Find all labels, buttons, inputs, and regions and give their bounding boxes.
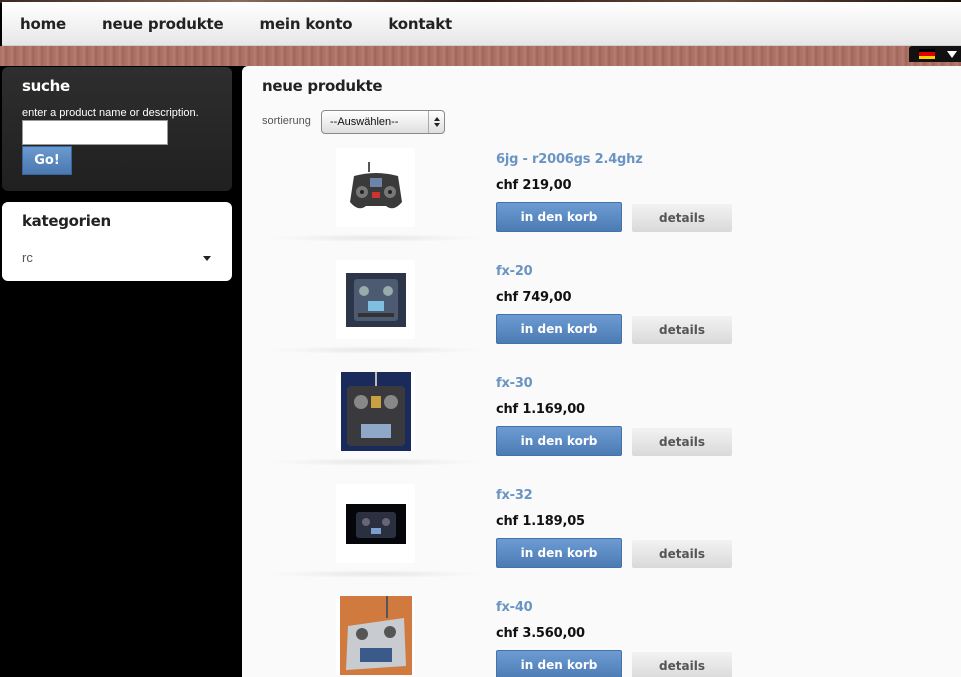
sort-select[interactable]: --Auswählen-- [321, 110, 445, 134]
rc-transmitter-icon [349, 161, 402, 208]
add-to-cart-button[interactable]: in den korb [496, 650, 622, 677]
details-button[interactable]: details [632, 540, 732, 568]
sort-label: sortierung [262, 115, 311, 127]
product-image[interactable] [336, 484, 415, 563]
rc-transmitter-icon [345, 503, 406, 544]
category-item-rc[interactable]: rc [22, 250, 33, 265]
rc-transmitter-icon [339, 596, 412, 675]
rc-transmitter-icon [345, 272, 406, 327]
category-title: kategorien [22, 212, 111, 230]
product-price: chf 1.189,05 [496, 514, 585, 529]
main-navigation: home neue produkte mein konto kontakt [2, 2, 961, 46]
product-price: chf 3.560,00 [496, 626, 585, 641]
page-title: neue produkte [262, 77, 383, 95]
wood-band [0, 46, 961, 66]
nav-mein-konto[interactable]: mein konto [260, 15, 353, 33]
caret-down-icon[interactable] [203, 256, 211, 261]
product-price: chf 219,00 [496, 178, 572, 193]
image-shadow [266, 570, 486, 578]
image-shadow [266, 234, 486, 242]
image-shadow [266, 458, 486, 466]
product-image[interactable] [336, 596, 415, 675]
product-name[interactable]: fx-20 [496, 264, 533, 279]
select-arrows-icon [428, 111, 444, 133]
search-title: suche [22, 77, 70, 95]
product-item: fx-20 chf 749,00 in den korb details [242, 252, 961, 364]
search-go-button[interactable]: Go! [22, 146, 72, 175]
details-button[interactable]: details [632, 652, 732, 677]
product-name[interactable]: fx-40 [496, 600, 533, 615]
product-image[interactable] [336, 148, 415, 227]
category-panel: kategorien rc [2, 202, 232, 281]
product-item: fx-40 chf 3.560,00 in den korb details [242, 588, 961, 677]
chevron-down-icon [947, 50, 957, 58]
product-name[interactable]: 6jg - r2006gs 2.4ghz [496, 152, 643, 167]
product-item: fx-32 chf 1.189,05 in den korb details [242, 476, 961, 588]
nav-neue-produkte[interactable]: neue produkte [102, 15, 224, 33]
nav-home[interactable]: home [20, 15, 66, 33]
image-shadow [266, 346, 486, 354]
product-price: chf 1.169,00 [496, 402, 585, 417]
search-panel: suche enter a product name or descriptio… [2, 67, 232, 191]
product-image[interactable] [336, 372, 415, 451]
add-to-cart-button[interactable]: in den korb [496, 314, 622, 344]
product-image[interactable] [336, 260, 415, 339]
language-selector[interactable] [909, 46, 961, 62]
add-to-cart-button[interactable]: in den korb [496, 426, 622, 456]
product-item: fx-30 chf 1.169,00 in den korb details [242, 364, 961, 476]
product-listing: neue produkte sortierung --Auswählen-- 6… [242, 66, 961, 677]
product-price: chf 749,00 [496, 290, 572, 305]
german-flag-icon [919, 49, 935, 59]
details-button[interactable]: details [632, 428, 732, 456]
details-button[interactable]: details [632, 204, 732, 232]
add-to-cart-button[interactable]: in den korb [496, 538, 622, 568]
nav-kontakt[interactable]: kontakt [388, 15, 452, 33]
rc-transmitter-icon [340, 372, 411, 451]
product-name[interactable]: fx-30 [496, 376, 533, 391]
sort-selected-value: --Auswählen-- [330, 116, 399, 128]
details-button[interactable]: details [632, 316, 732, 344]
search-input[interactable] [22, 120, 168, 145]
product-item: 6jg - r2006gs 2.4ghz chf 219,00 in den k… [242, 140, 961, 252]
add-to-cart-button[interactable]: in den korb [496, 202, 622, 232]
search-hint: enter a product name or description. [22, 107, 199, 119]
product-name[interactable]: fx-32 [496, 488, 533, 503]
